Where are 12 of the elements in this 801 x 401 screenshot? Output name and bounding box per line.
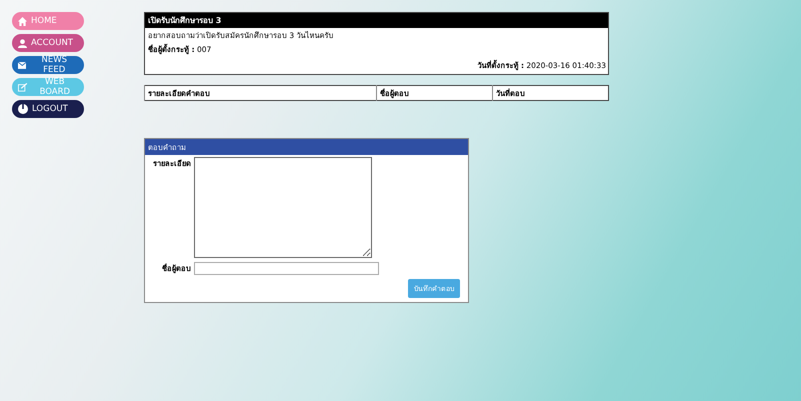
menu-button[interactable]: ACCOUNT <box>12 34 84 52</box>
edit-icon <box>18 82 28 92</box>
user-icon <box>18 38 27 48</box>
envelope-icon <box>18 62 26 68</box>
menu-button[interactable]: HOME <box>12 12 84 30</box>
post-title: เปิดรับนักศึกษารอบ 3 <box>145 13 608 28</box>
menu-button[interactable]: LOGOUT <box>12 100 84 118</box>
detail-field[interactable] <box>194 157 372 258</box>
menu-button[interactable]: NEWS FEED <box>12 56 84 74</box>
home-icon <box>18 16 27 26</box>
power-icon <box>18 104 28 114</box>
name-field[interactable] <box>194 262 379 275</box>
